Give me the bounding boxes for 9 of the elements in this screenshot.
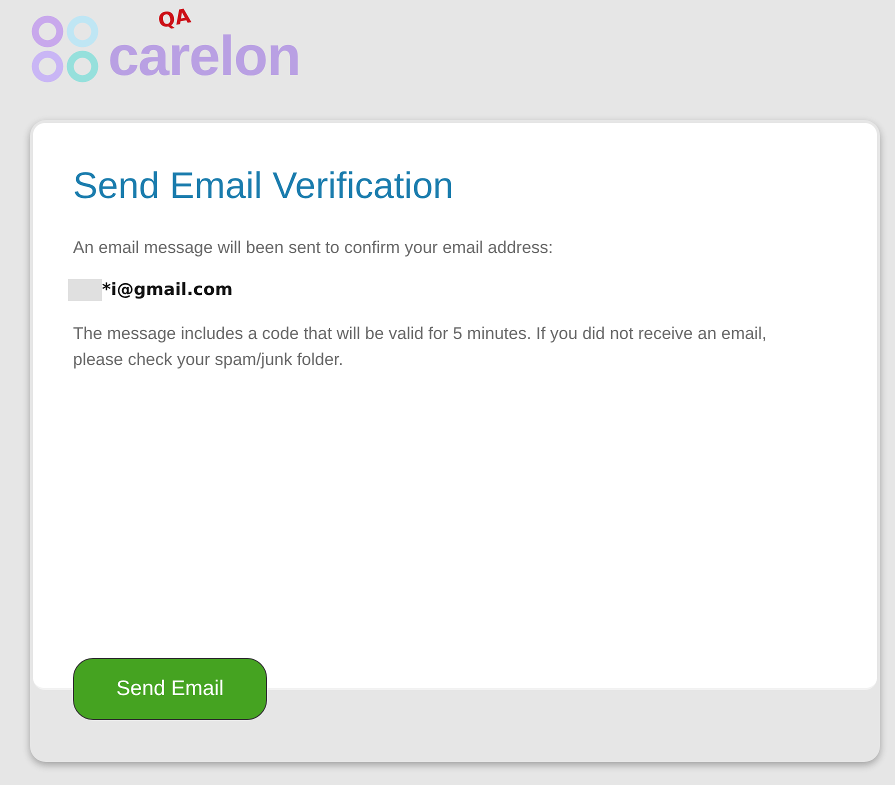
masked-text (68, 279, 102, 301)
send-email-button[interactable]: Send Email (73, 658, 267, 720)
page-title: Send Email Verification (73, 165, 454, 207)
logo-icon (30, 14, 100, 84)
note-text: The message includes a code that will be valid for 5 minutes. If you did not receive an email, please check your spam/junk folder. (73, 323, 768, 371)
intro-text: An email message will been sent to confirm your email address: (73, 237, 554, 259)
environment-label: QA (156, 5, 192, 31)
email-address: *i@gmail.com (102, 280, 233, 300)
logo-wordmark: carelon (108, 34, 300, 78)
